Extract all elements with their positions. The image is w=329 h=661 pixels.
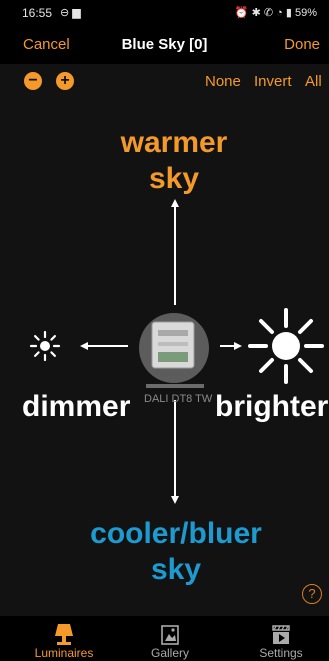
device-caption: DALI DT8 TW — [144, 393, 213, 405]
warmer-sky-label: warmer sky — [120, 126, 228, 195]
brighter-label: brighter — [215, 390, 329, 423]
lamp-icon — [55, 624, 73, 645]
clapper-icon — [272, 625, 290, 644]
tab-bar: Luminaires Gallery Settings — [0, 616, 329, 661]
dimmer-label: dimmer — [22, 390, 131, 423]
tab-settings-label: Settings — [259, 646, 303, 660]
cooler-sky-label: cooler/bluer sky — [90, 517, 262, 586]
tab-gallery-label: Gallery — [150, 646, 189, 660]
tab-gallery[interactable]: Gallery — [125, 616, 215, 661]
device-icon[interactable] — [139, 313, 209, 388]
sun-small-icon — [29, 330, 61, 362]
help-icon[interactable]: ? — [302, 584, 322, 604]
sun-large-icon — [248, 308, 324, 384]
tab-luminaires[interactable]: Luminaires — [18, 616, 110, 661]
tab-luminaires-label: Luminaires — [34, 646, 94, 660]
gallery-icon — [161, 625, 179, 645]
tab-settings[interactable]: Settings — [236, 616, 326, 661]
